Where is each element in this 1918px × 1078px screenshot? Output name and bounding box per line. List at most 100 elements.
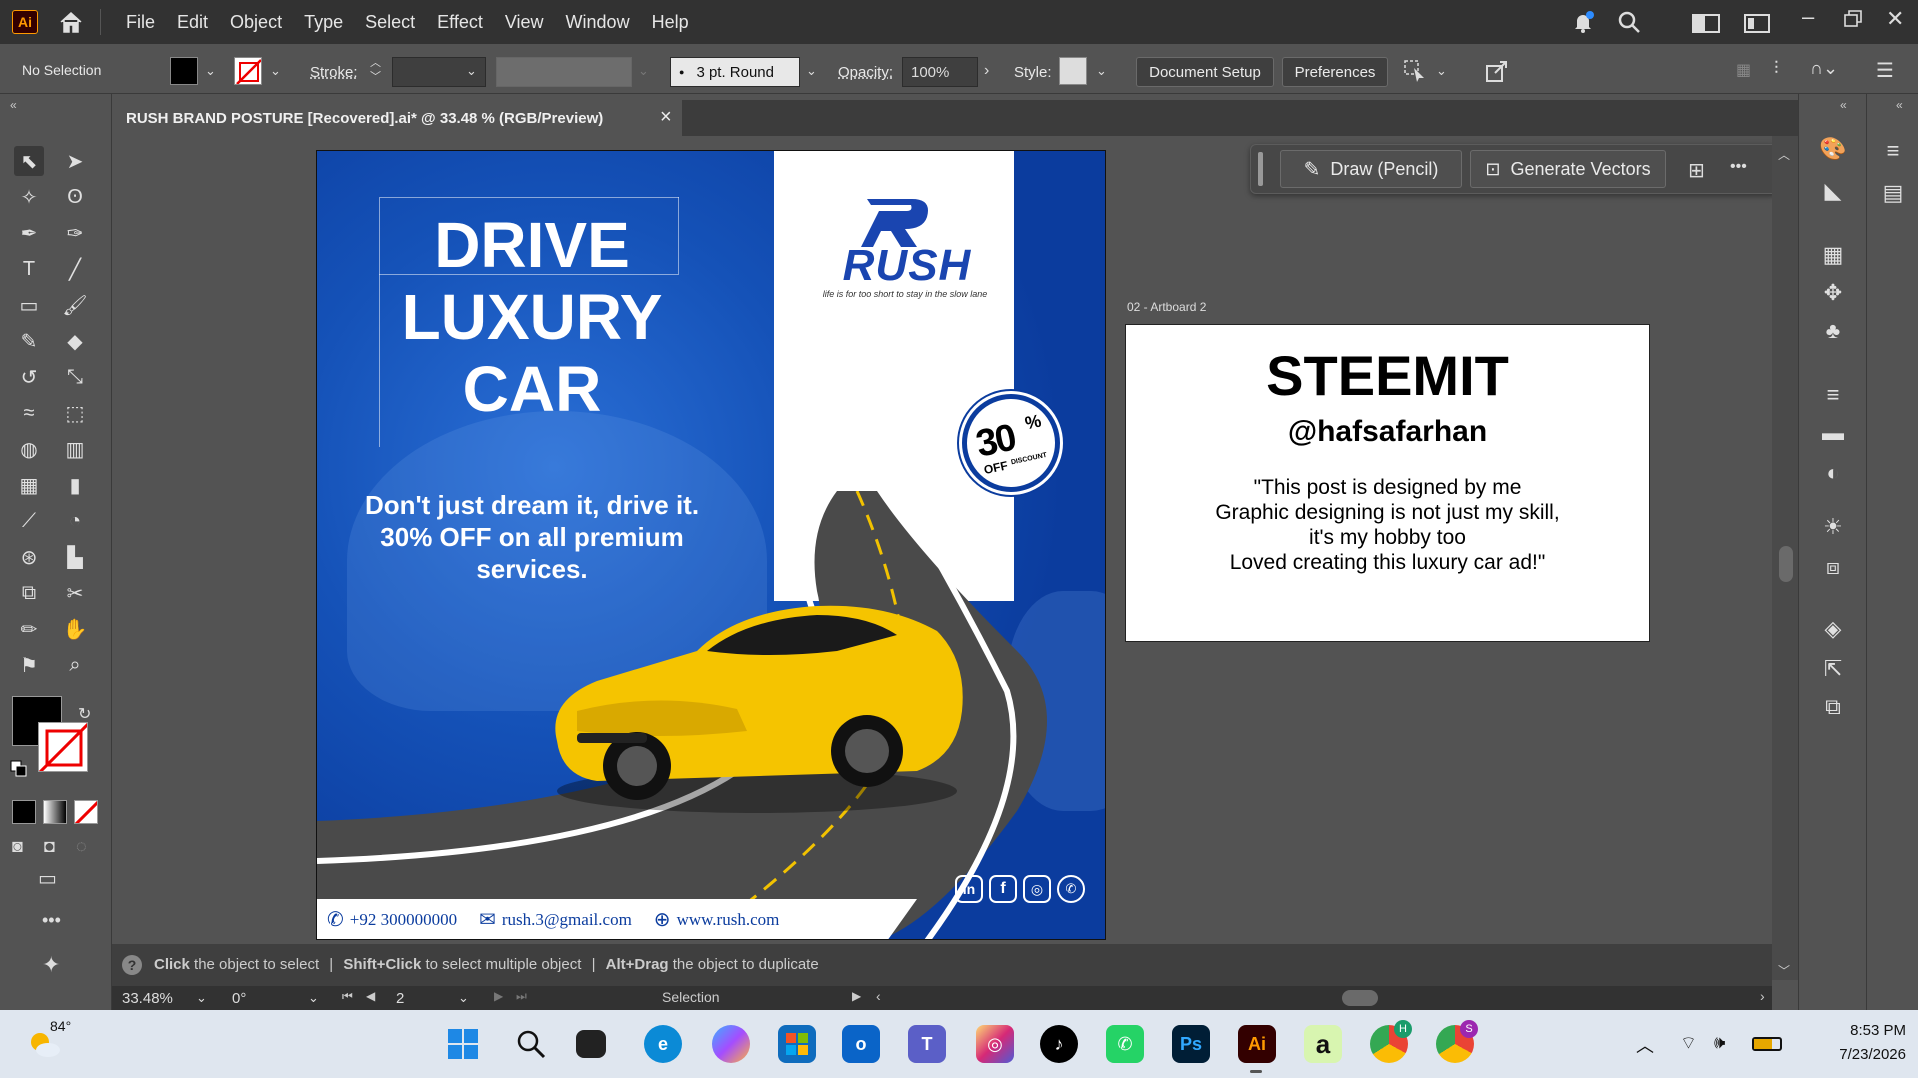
- artboards-panel-icon[interactable]: ⧉: [1816, 690, 1850, 724]
- swap-colors-icon[interactable]: ↻: [78, 704, 91, 724]
- minimize-window[interactable]: –: [1802, 6, 1826, 32]
- symbols-panel-icon[interactable]: ♣: [1816, 314, 1850, 348]
- artboard-tool-icon[interactable]: ⧉: [14, 578, 44, 608]
- clock-date[interactable]: 7/23/2026: [1806, 1046, 1906, 1063]
- shape-builder-tool-icon[interactable]: ◍: [14, 434, 44, 464]
- eraser-tool-icon[interactable]: ◆: [60, 326, 90, 356]
- first-artboard-icon[interactable]: ⏮: [342, 989, 353, 1004]
- app-icon-a[interactable]: a: [1304, 1025, 1342, 1063]
- arrange-docs-icon[interactable]: [1744, 12, 1770, 34]
- opacity-label[interactable]: Opacity:: [838, 64, 893, 81]
- line-tool-icon[interactable]: ╱: [60, 254, 90, 284]
- stroke-panel-icon[interactable]: ≡: [1816, 378, 1850, 412]
- prev-artboard-icon[interactable]: ◀: [366, 989, 375, 1003]
- none-mode-icon[interactable]: [74, 800, 98, 824]
- whatsapp-app-icon[interactable]: ✆: [1106, 1025, 1144, 1063]
- brush-dropdown[interactable]: ⌄: [806, 63, 817, 79]
- close-window[interactable]: ✕: [1886, 6, 1910, 31]
- rectangle-tool-icon[interactable]: ▭: [14, 290, 44, 320]
- illustrator-icon[interactable]: Ai: [1238, 1025, 1276, 1063]
- tiktok-icon[interactable]: ♪: [1040, 1025, 1078, 1063]
- curvature-tool-icon[interactable]: ✑: [60, 218, 90, 248]
- document-setup-button[interactable]: Document Setup: [1136, 57, 1274, 87]
- column-graph-tool-icon[interactable]: ▙: [60, 542, 90, 572]
- collapse-panel-icon-2[interactable]: «: [1896, 98, 1903, 112]
- stroke-weight-dropdown[interactable]: ⌄: [466, 63, 477, 79]
- align-icon[interactable]: ▦: [1736, 60, 1756, 80]
- artboard-dropdown[interactable]: ⌄: [458, 990, 469, 1006]
- artboard-number[interactable]: 2: [388, 987, 448, 1009]
- collapse-panel-icon[interactable]: «: [1840, 98, 1847, 112]
- select-similar-dropdown[interactable]: ⌄: [1436, 63, 1447, 79]
- slice-tool-icon[interactable]: ✂: [60, 578, 90, 608]
- stroke-color-dropdown[interactable]: ⌄: [270, 63, 281, 79]
- draw-inside-icon[interactable]: ◌: [76, 836, 100, 860]
- menu-edit[interactable]: Edit: [166, 12, 219, 33]
- close-tab-icon[interactable]: ×: [660, 106, 672, 129]
- edit-toolbar-icon[interactable]: •••: [42, 910, 61, 931]
- clock-time[interactable]: 8:53 PM: [1806, 1022, 1906, 1039]
- shaper-tool-icon[interactable]: ✎: [14, 326, 44, 356]
- libraries-icon[interactable]: ▤: [1876, 176, 1910, 210]
- brush-definition[interactable]: ● 3 pt. Round: [670, 57, 800, 87]
- draw-behind-icon[interactable]: ◘: [44, 836, 68, 860]
- pen-tool-icon[interactable]: ✒: [14, 218, 44, 248]
- layers-panel-icon[interactable]: ◈: [1816, 612, 1850, 646]
- stroke-swatch[interactable]: [234, 57, 262, 85]
- select-similar-icon[interactable]: [1402, 58, 1428, 84]
- selection-tool-icon[interactable]: ⬉: [14, 146, 44, 176]
- gradient-panel-icon[interactable]: ▬: [1816, 416, 1850, 450]
- lasso-tool-icon[interactable]: ʘ: [60, 182, 90, 212]
- variable-width-dropdown[interactable]: ⌄: [638, 63, 649, 79]
- document-tab[interactable]: RUSH BRAND POSTURE [Recovered].ai* @ 33.…: [112, 100, 682, 136]
- instagram-app-icon[interactable]: ◎: [976, 1025, 1014, 1063]
- battery-icon[interactable]: [1752, 1037, 1782, 1051]
- task-view-icon[interactable]: [576, 1030, 606, 1058]
- swatches-panel-icon[interactable]: ▦: [1816, 238, 1850, 272]
- blend-tool-icon[interactable]: ◔: [60, 506, 90, 536]
- tool-info-arrow[interactable]: ▶: [852, 989, 861, 1003]
- show-hidden-icons[interactable]: ︿: [1636, 1032, 1654, 1058]
- color-mode-icon[interactable]: [12, 800, 36, 824]
- direct-selection-tool-icon[interactable]: ➤: [60, 146, 90, 176]
- horizontal-scroll-thumb[interactable]: [1342, 990, 1378, 1006]
- gradient-tool-icon[interactable]: ▮: [60, 470, 90, 500]
- warp-tool-icon[interactable]: ≈: [14, 398, 44, 428]
- help-icon[interactable]: ?: [122, 955, 142, 975]
- graphic-style-swatch[interactable]: [1059, 57, 1087, 85]
- notifications-icon[interactable]: [1570, 9, 1596, 35]
- eyedropper-tool-icon[interactable]: ⟋: [14, 506, 44, 536]
- graphic-styles-icon[interactable]: ⧈: [1816, 550, 1850, 584]
- scroll-down-icon[interactable]: ﹀: [1778, 962, 1790, 979]
- zoom-dropdown[interactable]: ⌄: [196, 990, 207, 1006]
- menu-object[interactable]: Object: [219, 12, 293, 33]
- menu-help[interactable]: Help: [641, 12, 700, 33]
- paintbrush-tool-icon[interactable]: 🖌: [60, 290, 90, 320]
- artboard-1[interactable]: DRIVE LUXURY CAR Don't just dream it, dr…: [316, 150, 1106, 940]
- draw-pencil-button[interactable]: ✎ Draw (Pencil): [1280, 150, 1462, 188]
- properties-icon[interactable]: ≡: [1876, 134, 1910, 168]
- menu-effect[interactable]: Effect: [426, 12, 494, 33]
- opacity-input[interactable]: 100%: [902, 57, 978, 87]
- transparency-panel-icon[interactable]: ◐: [1816, 456, 1850, 490]
- scroll-right-icon[interactable]: ›: [1760, 988, 1765, 1004]
- distribute-icon[interactable]: ⫶: [1774, 58, 1798, 82]
- scroll-up-icon[interactable]: ︿: [1778, 146, 1790, 163]
- more-options-icon[interactable]: •••: [1730, 158, 1747, 176]
- scroll-left-icon[interactable]: ‹: [876, 988, 881, 1004]
- teams-icon[interactable]: T: [908, 1025, 946, 1063]
- magic-wand-tool-icon[interactable]: ✧: [14, 182, 44, 212]
- hand-tool-icon[interactable]: ✋: [60, 614, 90, 644]
- wifi-icon[interactable]: ⌔: [1680, 1032, 1697, 1055]
- draw-normal-icon[interactable]: ◙: [12, 836, 36, 860]
- fill-dropdown[interactable]: ⌄: [205, 63, 216, 79]
- pin-icon[interactable]: ✦: [42, 952, 60, 978]
- collapse-toolbar-icon[interactable]: «: [10, 98, 17, 112]
- panel-menu-icon[interactable]: ☰: [1876, 58, 1900, 82]
- recolor-icon[interactable]: ⊞: [1688, 158, 1705, 183]
- scale-tool-icon[interactable]: ⤡: [60, 362, 90, 392]
- style-dropdown[interactable]: ⌄: [1096, 63, 1107, 79]
- home-icon[interactable]: [56, 7, 86, 37]
- stroke-color-large[interactable]: [38, 722, 88, 772]
- gradient-mode-icon[interactable]: [43, 800, 67, 824]
